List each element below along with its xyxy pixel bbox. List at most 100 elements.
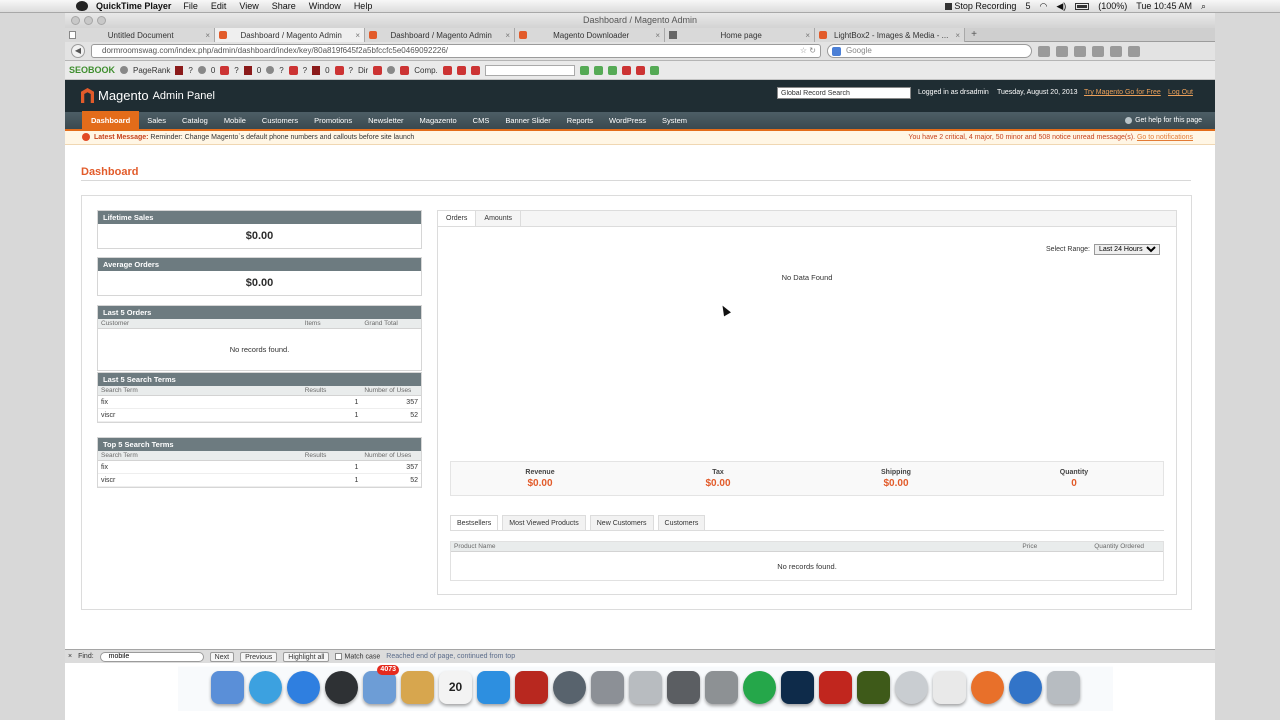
home-icon[interactable]: [1056, 45, 1068, 57]
nav-system[interactable]: System: [654, 111, 695, 130]
safari-icon[interactable]: [249, 671, 282, 704]
yahoo-icon[interactable]: [288, 65, 298, 75]
find-close-icon[interactable]: ×: [68, 653, 72, 660]
close-tab-icon[interactable]: ×: [655, 31, 660, 40]
tab-lightbox[interactable]: LightBox2 - Images & Media - ... ×: [815, 28, 965, 42]
compare-label[interactable]: Comp.: [414, 66, 438, 75]
close-window-button[interactable]: [71, 16, 80, 25]
column-results[interactable]: Results: [302, 451, 362, 460]
spotify-icon[interactable]: [743, 671, 776, 704]
tab-dashboard[interactable]: Dashboard / Magento Admin ×: [365, 28, 515, 42]
battery-icon[interactable]: [1075, 2, 1090, 10]
textedit-icon[interactable]: [933, 671, 966, 704]
check-icon[interactable]: [607, 65, 617, 75]
column-uses[interactable]: Number of Uses: [361, 451, 421, 460]
settings-icon[interactable]: [635, 65, 645, 75]
url-bar[interactable]: dormroomswag.com/index.php/admin/dashboa…: [91, 44, 821, 58]
highlight-all-button[interactable]: Highlight all: [283, 651, 330, 662]
link-icon[interactable]: [266, 66, 275, 74]
table-row[interactable]: viscr 1 52: [98, 409, 421, 422]
zoom-window-button[interactable]: [97, 16, 106, 25]
seobook-logo[interactable]: SEOBOOK: [69, 65, 115, 75]
menu-help[interactable]: Help: [354, 1, 373, 11]
dashboard-icon[interactable]: [325, 671, 358, 704]
bing-icon[interactable]: [243, 65, 252, 75]
time-machine-icon[interactable]: [553, 671, 586, 704]
nav-catalog[interactable]: Catalog: [174, 111, 216, 130]
tab-downloader[interactable]: Magento Downloader ×: [515, 28, 665, 42]
extension-icon[interactable]: [1128, 45, 1140, 57]
close-tab-icon[interactable]: ×: [955, 31, 960, 40]
nav-wordpress[interactable]: WordPress: [601, 111, 654, 130]
find-previous-button[interactable]: Previous: [240, 651, 278, 662]
nav-dashboard[interactable]: Dashboard: [82, 111, 140, 130]
close-tab-icon[interactable]: ×: [505, 31, 510, 40]
tab-untitled[interactable]: Untitled Document ×: [65, 28, 215, 42]
dreamweaver-icon[interactable]: [857, 671, 890, 704]
disk-utility-icon[interactable]: [895, 671, 928, 704]
menu-window[interactable]: Window: [309, 1, 341, 11]
screenshot-icon[interactable]: [667, 671, 700, 704]
filezilla-icon[interactable]: [819, 671, 852, 704]
find-input[interactable]: [99, 651, 204, 662]
nav-sales[interactable]: Sales: [139, 111, 174, 130]
firefox-icon[interactable]: [971, 671, 1004, 704]
column-price[interactable]: Price: [1019, 542, 1091, 551]
nav-banner-slider[interactable]: Banner Slider: [497, 111, 558, 130]
nav-promotions[interactable]: Promotions: [306, 111, 360, 130]
range-select[interactable]: Last 24 Hours: [1094, 244, 1160, 255]
column-quantity-ordered[interactable]: Quantity Ordered: [1091, 542, 1163, 551]
column-uses[interactable]: Number of Uses: [361, 386, 421, 395]
mail-icon[interactable]: 4073: [363, 665, 399, 704]
app-store-icon[interactable]: [287, 671, 320, 704]
highlight-icon[interactable]: [593, 65, 603, 75]
trash-icon[interactable]: [1047, 671, 1080, 704]
new-tab-button[interactable]: +: [965, 28, 983, 41]
back-button[interactable]: ◀: [71, 44, 85, 58]
minimize-window-button[interactable]: [84, 16, 93, 25]
addon-icon[interactable]: [1092, 45, 1104, 57]
stop-recording[interactable]: Stop Recording: [945, 1, 1016, 11]
clock[interactable]: Tue 10:45 AM: [1136, 1, 1192, 11]
menu-view[interactable]: View: [239, 1, 258, 11]
tab-most-viewed[interactable]: Most Viewed Products: [502, 515, 586, 530]
nav-mobile[interactable]: Mobile: [216, 111, 254, 130]
edit-icon[interactable]: [470, 65, 480, 75]
column-customer[interactable]: Customer: [98, 319, 302, 328]
refresh-icon[interactable]: [649, 65, 659, 75]
tab-orders[interactable]: Orders: [438, 211, 477, 226]
system-preferences-icon[interactable]: [591, 671, 624, 704]
wifi-icon[interactable]: ◠: [1039, 1, 1047, 12]
calculator-icon[interactable]: [629, 671, 662, 704]
table-row[interactable]: fix 1 357: [98, 396, 421, 409]
yahoo-icon[interactable]: [220, 65, 230, 75]
global-search-input[interactable]: [777, 87, 911, 99]
reload-icon[interactable]: ☆ ↻: [800, 45, 816, 57]
contacts-icon[interactable]: [401, 671, 434, 704]
close-tab-icon[interactable]: ×: [805, 31, 810, 40]
nav-customers[interactable]: Customers: [254, 111, 306, 130]
tab-bestsellers[interactable]: Bestsellers: [450, 515, 499, 530]
itunes-icon[interactable]: [477, 671, 510, 704]
menu-file[interactable]: File: [183, 1, 198, 11]
menu-edit[interactable]: Edit: [211, 1, 227, 11]
column-product-name[interactable]: Product Name: [451, 542, 1019, 551]
calendar-icon[interactable]: 20: [439, 671, 472, 704]
archive-icon[interactable]: [373, 65, 383, 75]
info-icon[interactable]: [120, 66, 129, 74]
app-menu[interactable]: QuickTime Player: [96, 1, 171, 11]
finder-icon[interactable]: [211, 671, 244, 704]
bing-icon[interactable]: [312, 65, 321, 75]
column-grand-total[interactable]: Grand Total: [361, 319, 421, 328]
close-tab-icon[interactable]: ×: [355, 31, 360, 40]
table-row[interactable]: viscr 1 52: [98, 474, 421, 487]
nav-magazento[interactable]: Magazento: [412, 111, 465, 130]
menu-icon[interactable]: [1110, 45, 1122, 57]
notifications-link[interactable]: Go to notifications: [1137, 134, 1193, 141]
quicktime-icon[interactable]: [1009, 671, 1042, 704]
table-row[interactable]: fix 1 357: [98, 461, 421, 474]
tab-amounts[interactable]: Amounts: [476, 211, 522, 226]
find-next-button[interactable]: Next: [209, 651, 235, 662]
apple-icon[interactable]: [76, 1, 88, 11]
tab-new-customers[interactable]: New Customers: [589, 515, 654, 530]
